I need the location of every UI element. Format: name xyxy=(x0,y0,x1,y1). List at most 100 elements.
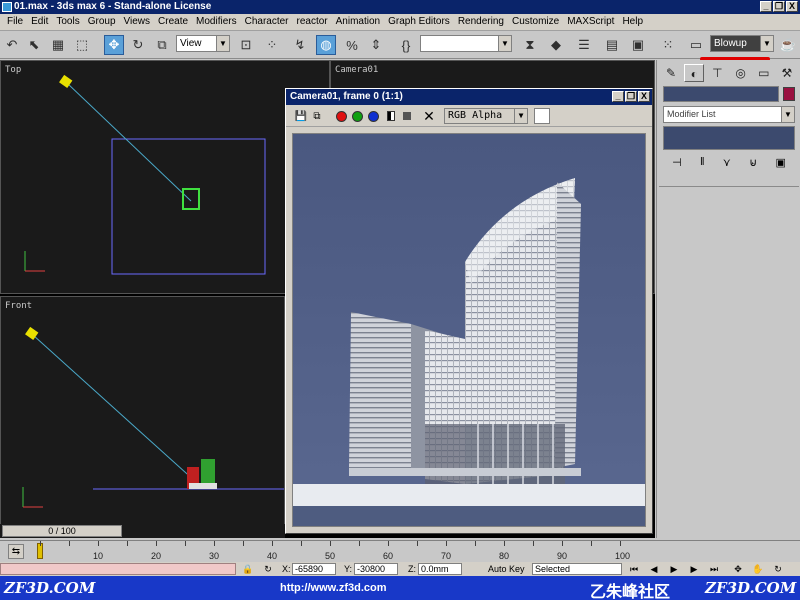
go-to-end-icon[interactable]: ⏭ xyxy=(708,563,720,575)
angle-snap-icon[interactable]: ◍ xyxy=(316,35,336,55)
menu-graph-editors[interactable]: Graph Editors xyxy=(384,14,454,30)
transform-mode-icon[interactable]: ↻ xyxy=(262,563,274,575)
named-selection-icon[interactable]: {} xyxy=(396,35,416,55)
y-coordinate-field[interactable]: -30800 xyxy=(354,563,398,575)
hierarchy-tab-icon[interactable]: ⊤ xyxy=(707,64,727,82)
go-to-start-icon[interactable]: ⏮ xyxy=(628,563,640,575)
render-minimize-button[interactable]: _ xyxy=(612,91,624,102)
play-icon[interactable]: ▶ xyxy=(668,563,680,575)
menu-edit[interactable]: Edit xyxy=(27,14,52,30)
move-icon[interactable]: ✥ xyxy=(104,35,124,55)
rendered-building-image xyxy=(293,134,645,526)
menu-group[interactable]: Group xyxy=(84,14,120,30)
red-channel-button[interactable] xyxy=(334,109,348,123)
schematic-view-icon[interactable]: ▣ xyxy=(628,35,648,55)
save-icon[interactable]: 💾 xyxy=(294,109,308,123)
clear-icon[interactable]: ✕ xyxy=(422,108,436,124)
menu-views[interactable]: Views xyxy=(120,14,155,30)
timeline-tick-label: 80 xyxy=(499,551,510,561)
scale-icon[interactable]: ⧉ xyxy=(152,35,172,55)
zoom-extents-icon[interactable]: ✥ xyxy=(732,563,744,575)
menu-reactor[interactable]: reactor xyxy=(293,14,332,30)
menu-character[interactable]: Character xyxy=(241,14,293,30)
viewport-front[interactable]: Front xyxy=(0,296,285,526)
quick-render-icon[interactable]: ☕ xyxy=(778,35,798,55)
maxscript-listener[interactable] xyxy=(0,563,236,575)
show-end-result-icon[interactable]: ‖ xyxy=(700,156,705,172)
render-close-button[interactable]: X xyxy=(638,91,650,102)
menu-tools[interactable]: Tools xyxy=(52,14,83,30)
lock-icon[interactable]: 🔒 xyxy=(242,563,254,575)
material-editor-icon[interactable]: ⁙ xyxy=(658,35,678,55)
menu-rendering[interactable]: Rendering xyxy=(454,14,508,30)
menu-file[interactable]: File xyxy=(3,14,27,30)
select-object-icon[interactable]: ⬉ xyxy=(24,35,44,55)
blue-channel-button[interactable] xyxy=(366,109,380,123)
spinner-snap-icon[interactable]: ⇕ xyxy=(366,35,386,55)
close-button[interactable]: X xyxy=(786,1,798,12)
menu-customize[interactable]: Customize xyxy=(508,14,563,30)
time-slider[interactable]: 0 / 100 xyxy=(2,525,122,537)
pin-stack-icon[interactable]: ⊣ xyxy=(672,156,682,172)
display-channel-dropdown[interactable]: RGB Alpha ▼ xyxy=(444,108,528,124)
motion-tab-icon[interactable]: ◎ xyxy=(731,64,751,82)
menu-modifiers[interactable]: Modifiers xyxy=(192,14,241,30)
snap-icon[interactable]: ↯ xyxy=(290,35,310,55)
named-selection-set-dropdown[interactable]: ▼ xyxy=(420,35,512,52)
make-unique-icon[interactable]: ⋎ xyxy=(723,156,731,172)
key-filter-dropdown[interactable]: Selected xyxy=(532,563,622,575)
render-restore-button[interactable]: ❐ xyxy=(625,91,637,102)
object-color-swatch[interactable] xyxy=(783,87,795,101)
reference-coord-dropdown[interactable]: View ▼ xyxy=(176,35,230,52)
app-window: 01.max - 3ds max 6 - Stand-alone License… xyxy=(0,0,800,600)
modifier-list-dropdown[interactable]: Modifier List ▼ xyxy=(663,106,795,123)
rotate-icon[interactable]: ↻ xyxy=(128,35,148,55)
align-icon[interactable]: ◆ xyxy=(546,35,566,55)
key-icon[interactable]: ⇆ xyxy=(8,544,24,559)
render-type-dropdown[interactable]: Blowup ▼ xyxy=(710,35,774,52)
menu-create[interactable]: Create xyxy=(154,14,192,30)
clone-icon[interactable]: ⧉ xyxy=(310,109,324,123)
green-channel-button[interactable] xyxy=(350,109,364,123)
select-by-name-icon[interactable]: ▦ xyxy=(48,35,68,55)
configure-sets-icon[interactable]: ▣ xyxy=(775,156,785,172)
monochrome-button[interactable] xyxy=(400,109,414,123)
modifier-stack[interactable] xyxy=(663,126,795,150)
z-coordinate-field[interactable]: 0.0mm xyxy=(418,563,462,575)
render-scene-icon[interactable]: ▭ xyxy=(686,35,706,55)
next-frame-icon[interactable]: ▶ xyxy=(688,563,700,575)
timeline-tick-label: 20 xyxy=(151,551,162,561)
viewport-camera-label[interactable]: Camera01 xyxy=(335,65,378,75)
viewport-top[interactable]: Top xyxy=(0,60,330,294)
curve-editor-icon[interactable]: ▤ xyxy=(602,35,622,55)
region-select-icon[interactable]: ⬚ xyxy=(72,35,92,55)
create-tab-icon[interactable]: ✎ xyxy=(661,64,681,82)
arc-rotate-icon[interactable]: ↻ xyxy=(772,563,784,575)
prev-frame-icon[interactable]: ◀ xyxy=(648,563,660,575)
chevron-down-icon: ▼ xyxy=(760,36,773,51)
x-coordinate-field[interactable]: -65890 xyxy=(292,563,336,575)
main-toolbar: ↶ ⬉ ▦ ⬚ ✥ ↻ ⧉ View ▼ ⊡ ⁘ ↯ ◍ % ⇕ {} ▼ ⧗ … xyxy=(0,31,800,59)
remove-modifier-icon[interactable]: ⊌ xyxy=(749,156,757,172)
utilities-tab-icon[interactable]: ⚒ xyxy=(777,64,797,82)
menu-help[interactable]: Help xyxy=(618,14,647,30)
restore-button[interactable]: ❐ xyxy=(773,1,785,12)
undo-icon[interactable]: ↶ xyxy=(2,35,22,55)
timeline-tick xyxy=(620,541,621,546)
layer-manager-icon[interactable]: ☰ xyxy=(574,35,594,55)
menu-maxscript[interactable]: MAXScript xyxy=(563,14,618,30)
menu-animation[interactable]: Animation xyxy=(332,14,384,30)
modify-tab-icon[interactable]: ◐ xyxy=(684,64,705,82)
alpha-channel-button[interactable] xyxy=(384,109,398,123)
object-name-field[interactable] xyxy=(663,86,779,102)
mirror-icon[interactable]: ⧗ xyxy=(520,35,540,55)
autokey-button[interactable]: Auto Key xyxy=(488,563,525,575)
percent-snap-icon[interactable]: % xyxy=(342,35,362,55)
pan-icon[interactable]: ✋ xyxy=(752,563,764,575)
color-swatch[interactable] xyxy=(534,108,550,124)
minimize-button[interactable]: _ xyxy=(760,1,772,12)
display-tab-icon[interactable]: ▭ xyxy=(754,64,774,82)
timeline-ruler[interactable]: 10 20 30 40 50 60 70 80 90 100 xyxy=(36,541,646,563)
select-manipulate-icon[interactable]: ⁘ xyxy=(262,35,282,55)
pivot-icon[interactable]: ⊡ xyxy=(236,35,256,55)
